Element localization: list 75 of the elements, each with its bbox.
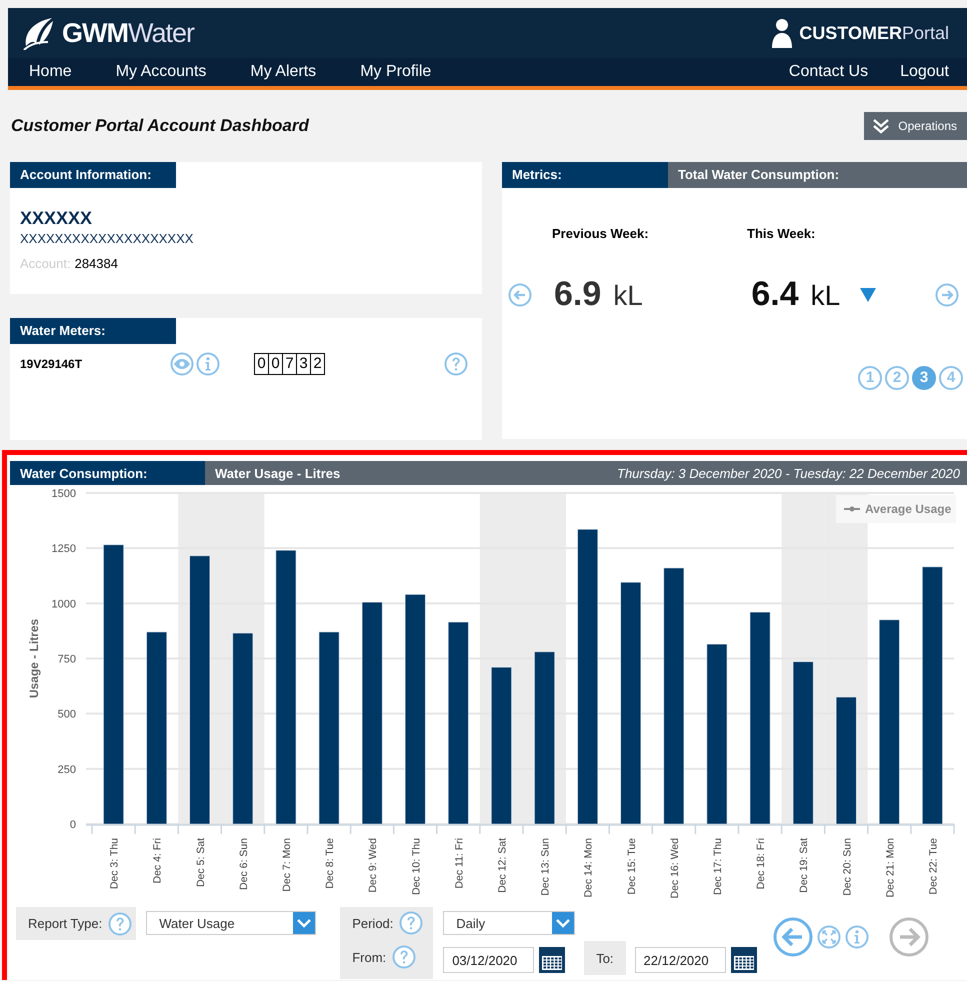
portal-title: CUSTOMERPortal bbox=[799, 22, 949, 44]
field-label: Period: bbox=[352, 916, 394, 930]
axis-label: Dec 7: Mon bbox=[280, 838, 293, 892]
this-week-value: 6.4 kL bbox=[751, 275, 840, 314]
person-icon bbox=[771, 18, 794, 48]
help-icon[interactable] bbox=[399, 911, 424, 935]
expand-icon[interactable] bbox=[816, 925, 841, 949]
axis-tick: 1500 bbox=[52, 488, 76, 500]
axis-label: Dec 4: Fri bbox=[152, 838, 164, 884]
calendar-icon[interactable] bbox=[730, 947, 757, 973]
axis-tick: 500 bbox=[58, 708, 76, 721]
eye-icon[interactable] bbox=[170, 352, 194, 376]
field-label: To: bbox=[596, 950, 614, 966]
axis-label: Dec 20: Sun bbox=[841, 838, 854, 896]
previous-week-value: 6.9 kL bbox=[554, 275, 644, 314]
panel-subtitle: Total Water Consumption: bbox=[668, 162, 967, 188]
axis-label: Dec 16: Wed bbox=[668, 838, 681, 899]
nav-link[interactable]: My Profile bbox=[339, 58, 444, 86]
meter-reading: 0 0 7 3 2 bbox=[255, 353, 444, 375]
axis-tick: 750 bbox=[58, 654, 76, 666]
panel-title: Metrics: bbox=[502, 162, 668, 188]
leaf-logo-icon bbox=[22, 16, 56, 50]
axis-tick: 0 bbox=[70, 819, 76, 831]
section-subtitle: Water Usage - Litres bbox=[214, 466, 342, 480]
axis-label: Dec 21: Mon bbox=[884, 838, 896, 898]
date-field[interactable]: 03/12/2020 bbox=[443, 947, 534, 973]
field-label: From: bbox=[352, 950, 386, 964]
axis-label: Dec 12: Sat bbox=[496, 838, 508, 893]
axis-label: Dec 5: Sat bbox=[194, 838, 207, 888]
calendar-icon[interactable] bbox=[539, 947, 566, 973]
nav-link[interactable]: Contact Us bbox=[774, 58, 886, 86]
help-icon[interactable] bbox=[108, 912, 132, 936]
axis-label: Dec 3: Thu bbox=[108, 838, 121, 890]
axis-label: Dec 11: Fri bbox=[453, 838, 466, 889]
axis-title: Usage - Litres bbox=[27, 618, 41, 698]
double-chevron-icon bbox=[872, 118, 890, 134]
field-label: Report Type: bbox=[28, 916, 102, 931]
page-title: Customer Portal Account Dashboard bbox=[11, 116, 309, 136]
axis-label: Dec 18: Fri bbox=[755, 838, 768, 890]
axis-label: Dec 13: Sun bbox=[540, 838, 552, 896]
axis-label: Dec 14: Mon bbox=[582, 838, 595, 898]
section-title: Water Consumption: bbox=[10, 461, 205, 485]
axis-label: Dec 9: Wed bbox=[367, 838, 380, 893]
axis-label: Dec 8: Tue bbox=[324, 838, 336, 889]
axis-label: Dec 10: Thu bbox=[410, 838, 422, 896]
operations-button[interactable]: Operations bbox=[864, 112, 967, 140]
week-label: Previous Week: bbox=[552, 226, 650, 241]
panel-title: Water Meters: bbox=[10, 318, 176, 344]
nav-link[interactable]: Home bbox=[8, 58, 84, 86]
account-address: XXXXXXXXXXXXXXXXXXXX bbox=[20, 231, 194, 246]
axis-label: Dec 19: Sat bbox=[798, 838, 810, 893]
meter-id: 19V29146T bbox=[20, 357, 84, 371]
axis-label: Dec 17: Thu bbox=[712, 838, 724, 896]
nav-link[interactable]: My Alerts bbox=[229, 58, 328, 86]
info-icon[interactable] bbox=[844, 925, 869, 949]
date-field[interactable]: 22/12/2020 bbox=[634, 947, 726, 973]
nav-link[interactable]: Logout bbox=[886, 58, 967, 86]
help-icon[interactable] bbox=[392, 945, 416, 969]
axis-label: Dec 22: Tue bbox=[927, 838, 940, 895]
help-icon[interactable] bbox=[444, 352, 468, 376]
axis-tick: 250 bbox=[58, 764, 76, 776]
axis-tick: 1250 bbox=[52, 543, 76, 556]
axis-label: Dec 6: Sun bbox=[238, 838, 250, 890]
info-icon[interactable] bbox=[196, 352, 220, 376]
nav-link[interactable]: My Accounts bbox=[94, 58, 218, 86]
panel-title: Account Information: bbox=[10, 162, 176, 188]
logo-text: GWMWater bbox=[62, 18, 194, 48]
date-range: Thursday: 3 December 2020 - Tuesday: 22 December 2020 bbox=[617, 466, 961, 480]
dropdown[interactable]: Water Usage bbox=[146, 911, 316, 935]
dropdown[interactable]: Daily bbox=[443, 911, 576, 935]
account-name: XXXXXX bbox=[20, 208, 94, 229]
week-label: This Week: bbox=[747, 226, 816, 241]
account-number: 284384 bbox=[74, 256, 118, 271]
axis-tick: 1000 bbox=[52, 598, 76, 610]
axis-label: Dec 15: Tue bbox=[626, 838, 638, 895]
